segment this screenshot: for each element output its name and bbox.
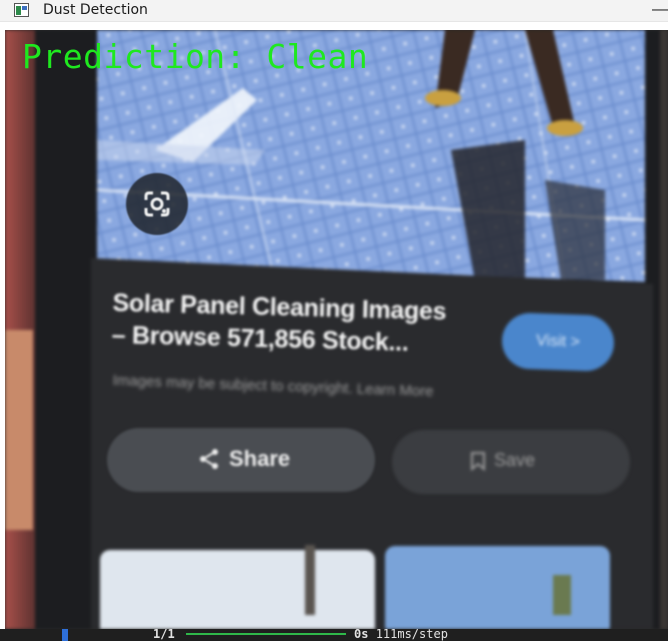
console-progress-line: 1/1 0s 111ms/step — [0, 627, 668, 641]
google-lens-button[interactable] — [126, 173, 188, 235]
save-label: Save — [494, 450, 536, 470]
window-title: Dust Detection — [43, 2, 148, 18]
progress-count: 1/1 — [153, 627, 175, 641]
taskbar-edge — [62, 629, 68, 641]
app-icon — [14, 3, 29, 17]
share-button[interactable]: Share — [107, 428, 375, 492]
bookmark-icon — [471, 451, 485, 471]
share-label: Share — [229, 446, 291, 471]
progress-fill — [186, 633, 346, 635]
result-card-title[interactable]: Solar Panel Cleaning Images – Browse 571… — [111, 287, 493, 361]
visit-button[interactable]: Visit > — [501, 312, 615, 372]
elapsed-time: 0s — [354, 627, 369, 641]
save-button[interactable]: Save — [392, 430, 630, 494]
step-rate: 111ms/step — [375, 627, 448, 641]
window-title-bar: Dust Detection — — [0, 0, 668, 22]
progress-bar — [186, 633, 346, 635]
progress-timing: 0s 111ms/step — [354, 627, 448, 641]
minimize-button[interactable]: — — [652, 1, 668, 19]
camera-frame: Prediction: Clean Solar Panel Cleaning I… — [5, 30, 668, 629]
share-icon — [200, 449, 218, 469]
prediction-label: Prediction: Clean — [22, 37, 369, 76]
google-lens-icon — [144, 191, 170, 217]
